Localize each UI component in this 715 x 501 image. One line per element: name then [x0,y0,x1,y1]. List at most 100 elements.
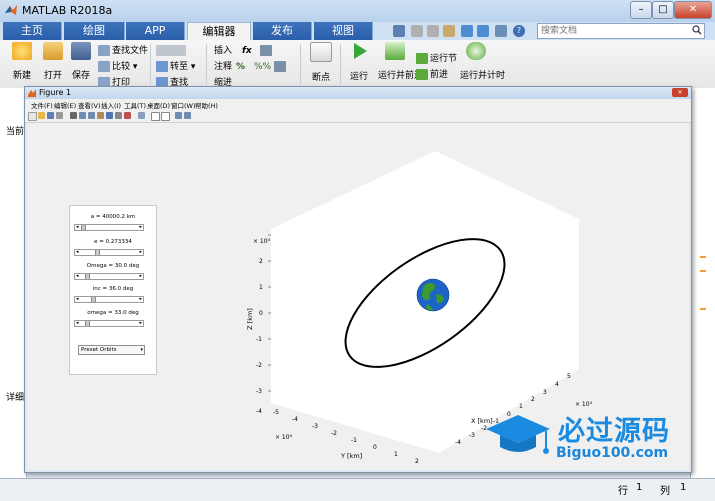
find-files-button[interactable]: 查找文件 [98,44,148,58]
paste-icon[interactable] [443,25,455,37]
semi-major-axis-slider[interactable]: ◂ ▸ [74,224,144,231]
redo-icon[interactable] [477,25,489,37]
switch-windows-icon[interactable] [495,25,507,37]
scroll-marker [700,270,706,272]
find-button[interactable]: 查找 [156,76,188,86]
pan-icon[interactable] [97,112,104,119]
new-figure-icon[interactable] [28,112,37,121]
menu-window[interactable]: 窗口(W) [171,100,196,110]
data-cursor-icon[interactable] [115,112,122,119]
search-input[interactable] [538,24,684,37]
slider-left-arrow-icon[interactable]: ◂ [76,273,79,279]
brush-icon[interactable] [124,112,131,119]
save-figure-icon[interactable] [47,112,54,119]
save-ribbon-button[interactable]: 保存 [68,42,94,81]
open-file-icon[interactable] [38,112,45,119]
figure-close-button[interactable]: ✕ [672,88,688,97]
eccentricity-slider[interactable]: ◂ ▸ [74,249,144,256]
run-section-label: 运行节 [430,54,458,64]
show-plot-tools-icon[interactable] [184,112,191,119]
run-and-time-button[interactable]: 运行并计时 [460,42,505,81]
open-button[interactable]: 打开 [40,42,66,81]
z-axis-label: Z [km] [245,308,254,330]
advance-button[interactable]: 前进 [416,68,448,82]
z-tick-label: -3 [256,388,262,395]
wrap-comments-icon[interactable] [274,60,288,74]
rotate-3d-icon[interactable] [106,112,113,119]
zoom-in-icon[interactable] [79,112,86,119]
tab-publish[interactable]: 发布 [253,22,312,40]
comment-button[interactable]: 注释 [214,60,232,74]
insert-legend-icon[interactable] [161,112,170,121]
slider-thumb[interactable] [85,321,90,326]
menu-view[interactable]: 查看(V) [78,100,101,110]
cut-icon[interactable] [411,25,423,37]
minimize-button[interactable]: – [630,1,652,19]
insert-section-icon[interactable] [260,44,274,58]
save-icon[interactable] [393,25,405,37]
menu-edit[interactable]: 编辑(E) [54,100,76,110]
insert-colorbar-icon[interactable] [151,112,160,121]
indent-label: 缩进 [214,78,233,86]
menu-desktop[interactable]: 桌面(D) [147,100,170,110]
copy-icon[interactable] [427,25,439,37]
compare-button[interactable]: 比较 ▾ [98,60,137,74]
run-section-button[interactable]: 运行节 [416,52,457,66]
tab-home[interactable]: 主页 [3,22,62,40]
arg-periapsis-slider[interactable]: ◂ ▸ [74,320,144,327]
menu-help[interactable]: 帮助(H) [195,100,218,110]
slider-left-arrow-icon[interactable]: ◂ [76,224,79,230]
print-button[interactable]: 打印 [98,76,130,86]
x-tick-label: -3 [469,432,475,439]
fx-button[interactable]: fx [242,44,252,58]
edit-plot-icon[interactable] [70,112,77,119]
window-title: MATLAB R2018a [22,4,113,17]
find-icon [156,77,168,86]
indent-button[interactable]: 缩进 [214,76,232,86]
inclination-slider[interactable]: ◂ ▸ [74,296,144,303]
tab-editor[interactable]: 编辑器 [187,22,251,41]
slider-thumb[interactable] [81,225,86,230]
slider-thumb[interactable] [91,297,96,302]
slider-right-arrow-icon[interactable]: ▸ [139,296,142,302]
maximize-button[interactable]: □ [652,1,674,19]
y-tick-label: 1 [394,451,398,458]
zoom-out-icon[interactable] [88,112,95,119]
slider-right-arrow-icon[interactable]: ▸ [139,249,142,255]
slider-right-arrow-icon[interactable]: ▸ [139,224,142,230]
insert-button[interactable]: 插入 [214,44,232,58]
slider-thumb[interactable] [95,250,100,255]
comment-toggle-icon[interactable]: %% [254,60,271,74]
preset-orbits-dropdown[interactable]: Preset Orbits ▾ [78,345,145,355]
menu-insert[interactable]: 插入(I) [101,100,121,110]
slider-left-arrow-icon[interactable]: ◂ [76,249,79,255]
run-button[interactable]: 运行 [344,42,374,82]
help-icon[interactable]: ? [513,25,525,37]
slider-thumb[interactable] [85,274,90,279]
slider-left-arrow-icon[interactable]: ◂ [76,320,79,326]
tab-plots[interactable]: 绘图 [64,22,125,40]
raan-slider[interactable]: ◂ ▸ [74,273,144,280]
percent-icon[interactable]: % [236,60,245,74]
earth-sphere [416,278,450,312]
slider-right-arrow-icon[interactable]: ▸ [139,320,142,326]
nav-back-icon[interactable] [156,44,188,58]
print-figure-icon[interactable] [56,112,63,119]
goto-button[interactable]: 转至 ▾ [156,60,195,74]
link-plot-icon[interactable] [138,112,145,119]
breakpoints-button[interactable]: 断点 [306,42,336,83]
menu-file[interactable]: 文件(F) [31,100,53,110]
close-button[interactable]: ✕ [674,1,712,19]
undo-icon[interactable] [461,25,473,37]
tab-apps[interactable]: APP [126,22,185,40]
menu-tools[interactable]: 工具(T) [124,100,146,110]
slider-right-arrow-icon[interactable]: ▸ [139,273,142,279]
hide-plot-tools-icon[interactable] [175,112,182,119]
search-icon[interactable] [692,25,702,35]
tab-view[interactable]: 视图 [314,22,373,40]
run-advance-button[interactable]: 运行并前进 [378,42,423,81]
chevron-down-icon[interactable]: ▾ [140,346,143,354]
new-button[interactable]: 新建 [8,42,36,81]
search-box[interactable] [537,23,705,39]
slider-left-arrow-icon[interactable]: ◂ [76,296,79,302]
